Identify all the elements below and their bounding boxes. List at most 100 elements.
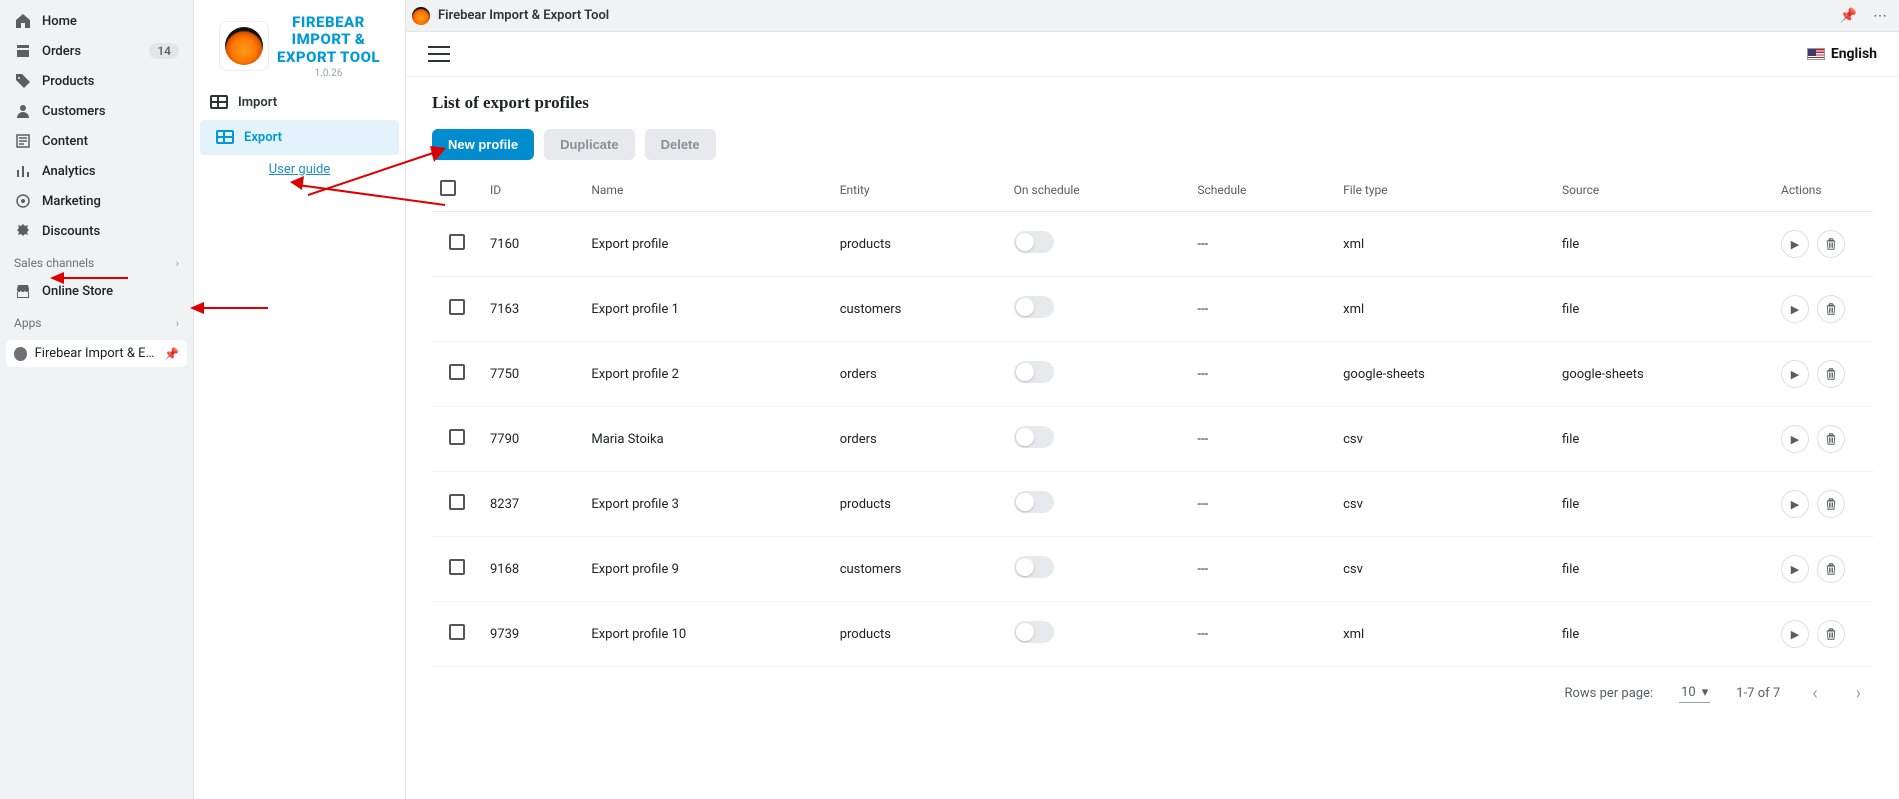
cell-source: file <box>1554 537 1773 602</box>
run-button[interactable]: ▶ <box>1781 295 1809 323</box>
col-name[interactable]: Name <box>583 168 831 212</box>
delete-row-button[interactable] <box>1817 555 1845 583</box>
sidebar-item-orders[interactable]: Orders14 <box>0 36 193 66</box>
user-guide-link[interactable]: User guide <box>269 162 331 177</box>
run-button[interactable]: ▶ <box>1781 490 1809 518</box>
sales-channels-heading[interactable]: Sales channels › <box>0 246 193 276</box>
top-strip-title: Firebear Import & Export Tool <box>438 8 609 23</box>
row-checkbox[interactable] <box>449 559 465 575</box>
delete-row-button[interactable] <box>1817 230 1845 258</box>
brand-logo <box>219 21 269 71</box>
col-file-type[interactable]: File type <box>1335 168 1554 212</box>
schedule-toggle[interactable] <box>1014 491 1054 513</box>
cell-file-type: xml <box>1335 602 1554 667</box>
cell-id: 7163 <box>482 277 583 342</box>
discount-icon <box>14 222 32 240</box>
schedule-toggle[interactable] <box>1014 621 1054 643</box>
row-checkbox[interactable] <box>449 234 465 250</box>
side-link-label: Export <box>244 130 282 145</box>
more-icon[interactable]: ⋯ <box>1869 4 1891 28</box>
col-schedule[interactable]: Schedule <box>1189 168 1335 212</box>
side-link-export[interactable]: Export <box>200 120 399 155</box>
table-row[interactable]: 7790Maria Stoikaorders---csvfile▶ <box>432 407 1873 472</box>
sidebar-item-home[interactable]: Home <box>0 6 193 36</box>
apps-heading[interactable]: Apps › <box>0 306 193 336</box>
sidebar-item-products[interactable]: Products <box>0 66 193 96</box>
table-row[interactable]: 9168Export profile 9customers---csvfile▶ <box>432 537 1873 602</box>
schedule-toggle[interactable] <box>1014 361 1054 383</box>
schedule-toggle[interactable] <box>1014 231 1054 253</box>
app-label: Firebear Import & Exp... <box>35 346 156 361</box>
run-button[interactable]: ▶ <box>1781 360 1809 388</box>
delete-row-button[interactable] <box>1817 620 1845 648</box>
sidebar-item-marketing[interactable]: Marketing <box>0 186 193 216</box>
sidebar-item-discounts[interactable]: Discounts <box>0 216 193 246</box>
cell-schedule: --- <box>1189 212 1335 277</box>
row-actions: ▶ <box>1781 555 1865 583</box>
sidebar-item-analytics[interactable]: Analytics <box>0 156 193 186</box>
col-entity[interactable]: Entity <box>832 168 1006 212</box>
new-profile-button[interactable]: New profile <box>432 129 534 160</box>
button-row: New profile Duplicate Delete <box>432 129 1873 160</box>
delete-button[interactable]: Delete <box>645 129 716 160</box>
next-page-button[interactable]: › <box>1850 681 1867 706</box>
pin-icon[interactable]: 📌 <box>1836 4 1861 28</box>
side-link-import[interactable]: Import <box>194 85 405 120</box>
delete-row-button[interactable] <box>1817 490 1845 518</box>
pagination: Rows per page: 10 ▾ 1-7 of 7 ‹ › <box>432 667 1873 710</box>
cell-id: 7750 <box>482 342 583 407</box>
cell-id: 8237 <box>482 472 583 537</box>
row-actions: ▶ <box>1781 425 1865 453</box>
schedule-toggle[interactable] <box>1014 426 1054 448</box>
table-row[interactable]: 7163Export profile 1customers---xmlfile▶ <box>432 277 1873 342</box>
run-button[interactable]: ▶ <box>1781 425 1809 453</box>
run-button[interactable]: ▶ <box>1781 555 1809 583</box>
pin-icon[interactable]: 📌 <box>164 347 179 361</box>
sidebar-item-content[interactable]: Content <box>0 126 193 156</box>
table-row[interactable]: 9739Export profile 10products---xmlfile▶ <box>432 602 1873 667</box>
schedule-toggle[interactable] <box>1014 556 1054 578</box>
top-strip: Firebear Import & Export Tool 📌 ⋯ <box>406 0 1899 32</box>
table-row[interactable]: 7160Export profileproducts---xmlfile▶ <box>432 212 1873 277</box>
cell-file-type: xml <box>1335 212 1554 277</box>
orders-icon <box>14 42 32 60</box>
table-icon <box>216 130 234 144</box>
sidebar-item-online-store[interactable]: Online Store <box>0 276 193 306</box>
cell-source: file <box>1554 407 1773 472</box>
delete-row-button[interactable] <box>1817 360 1845 388</box>
row-checkbox[interactable] <box>449 494 465 510</box>
sidebar-item-customers[interactable]: Customers <box>0 96 193 126</box>
select-all-checkbox[interactable] <box>440 180 456 196</box>
row-checkbox[interactable] <box>449 364 465 380</box>
col-on-schedule[interactable]: On schedule <box>1006 168 1190 212</box>
cell-entity: products <box>832 212 1006 277</box>
duplicate-button[interactable]: Duplicate <box>544 129 635 160</box>
col-id[interactable]: ID <box>482 168 583 212</box>
run-button[interactable]: ▶ <box>1781 230 1809 258</box>
table-row[interactable]: 8237Export profile 3products---csvfile▶ <box>432 472 1873 537</box>
cell-entity: customers <box>832 537 1006 602</box>
row-checkbox[interactable] <box>449 429 465 445</box>
nav-label: Customers <box>42 104 106 119</box>
col-source[interactable]: Source <box>1554 168 1773 212</box>
user-icon <box>14 102 32 120</box>
rows-per-page-label: Rows per page: <box>1564 686 1653 701</box>
run-button[interactable]: ▶ <box>1781 620 1809 648</box>
row-checkbox[interactable] <box>449 624 465 640</box>
rows-per-page-select[interactable]: 10 ▾ <box>1679 685 1710 703</box>
table-row[interactable]: 7750Export profile 2orders---google-shee… <box>432 342 1873 407</box>
shopify-sidebar: HomeOrders14Products Customers Content Anal… <box>0 0 194 799</box>
row-checkbox[interactable] <box>449 299 465 315</box>
cell-source: google-sheets <box>1554 342 1773 407</box>
cell-on-schedule <box>1006 277 1190 342</box>
nav-label: Content <box>42 134 88 149</box>
delete-row-button[interactable] <box>1817 295 1845 323</box>
schedule-toggle[interactable] <box>1014 296 1054 318</box>
prev-page-button[interactable]: ‹ <box>1806 681 1823 706</box>
content-area: List of export profiles New profile Dupl… <box>406 77 1899 799</box>
cell-on-schedule <box>1006 212 1190 277</box>
sidebar-item-firebear-app[interactable]: Firebear Import & Exp... 📌 <box>6 340 187 367</box>
language-switcher[interactable]: English <box>1807 46 1877 62</box>
hamburger-icon[interactable] <box>428 46 450 62</box>
delete-row-button[interactable] <box>1817 425 1845 453</box>
